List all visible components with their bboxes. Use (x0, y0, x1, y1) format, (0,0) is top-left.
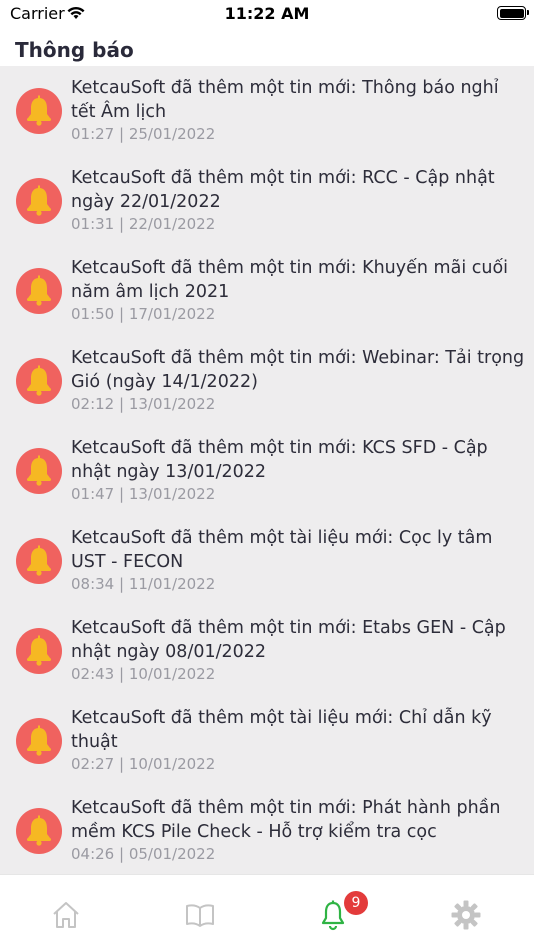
notification-avatar (16, 718, 62, 764)
bell-icon (27, 635, 51, 666)
notification-text: KetcauSoft đã thêm một tin mới: Phát hàn… (71, 798, 501, 842)
notification-avatar (16, 178, 62, 224)
notification-avatar (16, 268, 62, 314)
bell-icon (27, 725, 51, 756)
home-icon (53, 902, 79, 928)
bell-icon (27, 455, 51, 486)
notification-avatar (16, 448, 62, 494)
notification-text: KetcauSoft đã thêm một tin mới: KCS SFD … (71, 438, 488, 482)
bell-icon (27, 545, 51, 576)
bell-icon (27, 815, 51, 846)
notification-time: 02:12 | 13/01/2022 (71, 395, 216, 413)
tab-home[interactable] (46, 895, 86, 935)
status-bar: Carrier 11:22 AM (0, 0, 534, 28)
notification-text: KetcauSoft đã thêm một tin mới: Thông bá… (71, 78, 499, 122)
notification-item[interactable]: KetcauSoft đã thêm một tài liệu mới: Cọc… (0, 516, 534, 606)
notification-time: 01:50 | 17/01/2022 (71, 305, 216, 323)
notification-item[interactable]: KetcauSoft đã thêm một tin mới: RCC - Cậ… (0, 156, 534, 246)
notification-time: 01:27 | 25/01/2022 (71, 125, 216, 143)
header: Thông báo (0, 28, 534, 66)
notification-item[interactable]: KetcauSoft đã thêm một tin mới: Etabs GE… (0, 606, 534, 696)
notification-item[interactable]: KetcauSoft đã thêm một tin mới: Thông bá… (0, 66, 534, 156)
notification-time: 02:27 | 10/01/2022 (71, 755, 216, 773)
notification-text: KetcauSoft đã thêm một tin mới: Etabs GE… (71, 618, 506, 662)
gear-icon (451, 900, 481, 930)
notification-item[interactable]: KetcauSoft đã thêm một tin mới: Webinar:… (0, 336, 534, 426)
bell-icon (27, 275, 51, 306)
notification-time: 01:47 | 13/01/2022 (71, 485, 216, 503)
notification-item[interactable]: KetcauSoft đã thêm một tin mới: KCS SFD … (0, 426, 534, 516)
notification-badge: 9 (344, 891, 368, 915)
page-title: Thông báo (15, 38, 134, 62)
notification-item[interactable]: KetcauSoft đã thêm một tài liệu mới: Chỉ… (0, 696, 534, 786)
notification-time: 01:31 | 22/01/2022 (71, 215, 216, 233)
tab-documents[interactable] (180, 895, 220, 935)
notification-time: 04:26 | 05/01/2022 (71, 845, 216, 863)
tab-settings[interactable] (446, 895, 486, 935)
notification-avatar (16, 538, 62, 584)
status-time: 11:22 AM (224, 4, 310, 23)
bell-icon (27, 185, 51, 216)
notification-text: KetcauSoft đã thêm một tài liệu mới: Chỉ… (71, 708, 492, 752)
notification-avatar (16, 628, 62, 674)
notification-text: KetcauSoft đã thêm một tin mới: RCC - Cậ… (71, 168, 495, 212)
battery-icon (497, 6, 529, 20)
notification-item[interactable]: KetcauSoft đã thêm một tin mới: Phát hàn… (0, 786, 534, 874)
notification-time: 08:34 | 11/01/2022 (71, 575, 216, 593)
bell-icon (27, 365, 51, 396)
tab-bar: 9 (0, 874, 534, 950)
notification-text: KetcauSoft đã thêm một tin mới: Khuyến m… (71, 258, 509, 302)
notification-item[interactable]: KetcauSoft đã thêm một tin mới: Khuyến m… (0, 246, 534, 336)
notification-list[interactable]: KetcauSoft đã thêm một tin mới: Thông bá… (0, 66, 534, 874)
book-icon (186, 904, 214, 927)
notification-text: KetcauSoft đã thêm một tài liệu mới: Cọc… (71, 528, 493, 572)
notification-avatar (16, 88, 62, 134)
notification-time: 02:43 | 10/01/2022 (71, 665, 216, 683)
notification-avatar (16, 358, 62, 404)
notification-avatar (16, 808, 62, 854)
bell-icon (27, 95, 51, 126)
notification-text: KetcauSoft đã thêm một tin mới: Webinar:… (71, 348, 525, 392)
